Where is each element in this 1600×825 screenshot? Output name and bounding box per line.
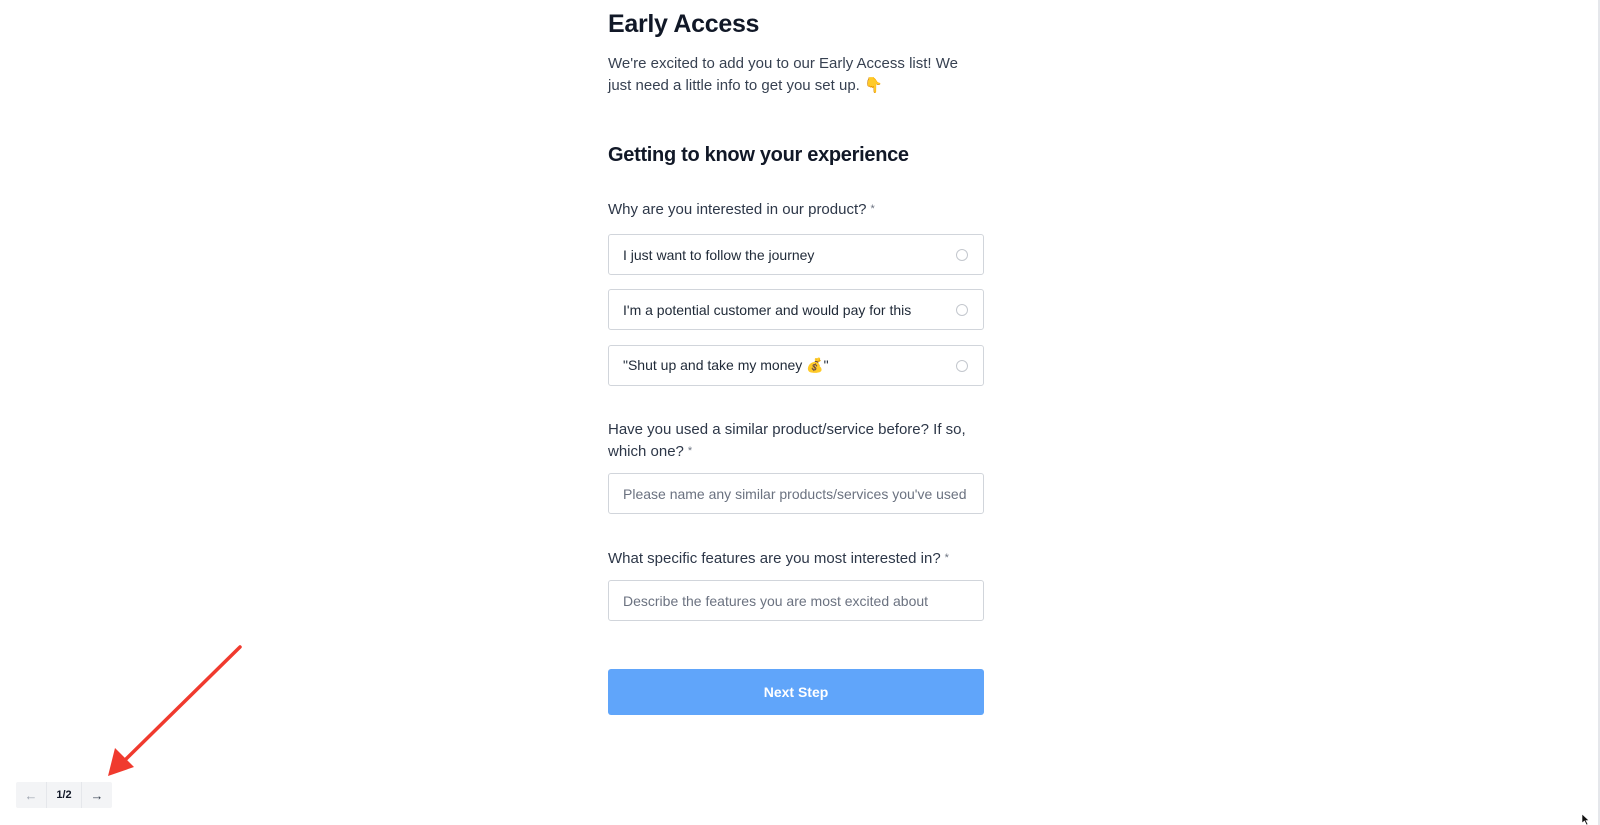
radio-button[interactable] <box>956 359 968 372</box>
required-marker: * <box>944 552 949 564</box>
arrow-right-icon[interactable]: → <box>81 782 112 808</box>
mouse-cursor-icon <box>1582 814 1590 825</box>
page-title: Early Access <box>608 10 760 38</box>
required-marker: * <box>870 203 875 215</box>
page-navigator: ← 1/2 → <box>16 782 112 808</box>
arrow-left-icon[interactable]: ← <box>16 782 46 808</box>
radio-button[interactable] <box>956 303 968 316</box>
annotation-arrow <box>108 645 242 776</box>
intro-text: We're excited to add you to our Early Ac… <box>608 55 958 94</box>
option-label: I just want to follow the journey <box>623 246 815 263</box>
option-take-my-money[interactable]: "Shut up and take my money 💰" <box>608 345 984 386</box>
question-features-label: What specific features are you most inte… <box>608 548 984 570</box>
section-title: Getting to know your experience <box>608 144 909 166</box>
features-input[interactable] <box>608 580 984 621</box>
page-count: 1/2 <box>46 782 81 808</box>
question-similar-text: Have you used a similar product/service … <box>608 421 966 460</box>
question-interest-label: Why are you interested in our product? * <box>608 199 984 221</box>
option-potential-customer[interactable]: I'm a potential customer and would pay f… <box>608 289 984 330</box>
option-label: I'm a potential customer and would pay f… <box>623 301 912 318</box>
next-step-button[interactable]: Next Step <box>608 669 984 715</box>
radio-button[interactable] <box>956 248 968 261</box>
option-follow-journey[interactable]: I just want to follow the journey <box>608 234 984 275</box>
similar-products-input[interactable] <box>608 473 984 514</box>
question-interest-text: Why are you interested in our product? <box>608 201 867 218</box>
question-similar-label: Have you used a similar product/service … <box>608 419 984 462</box>
required-marker: * <box>687 444 693 457</box>
question-features-text: What specific features are you most inte… <box>608 550 941 567</box>
option-label: "Shut up and take my money 💰" <box>623 357 829 373</box>
